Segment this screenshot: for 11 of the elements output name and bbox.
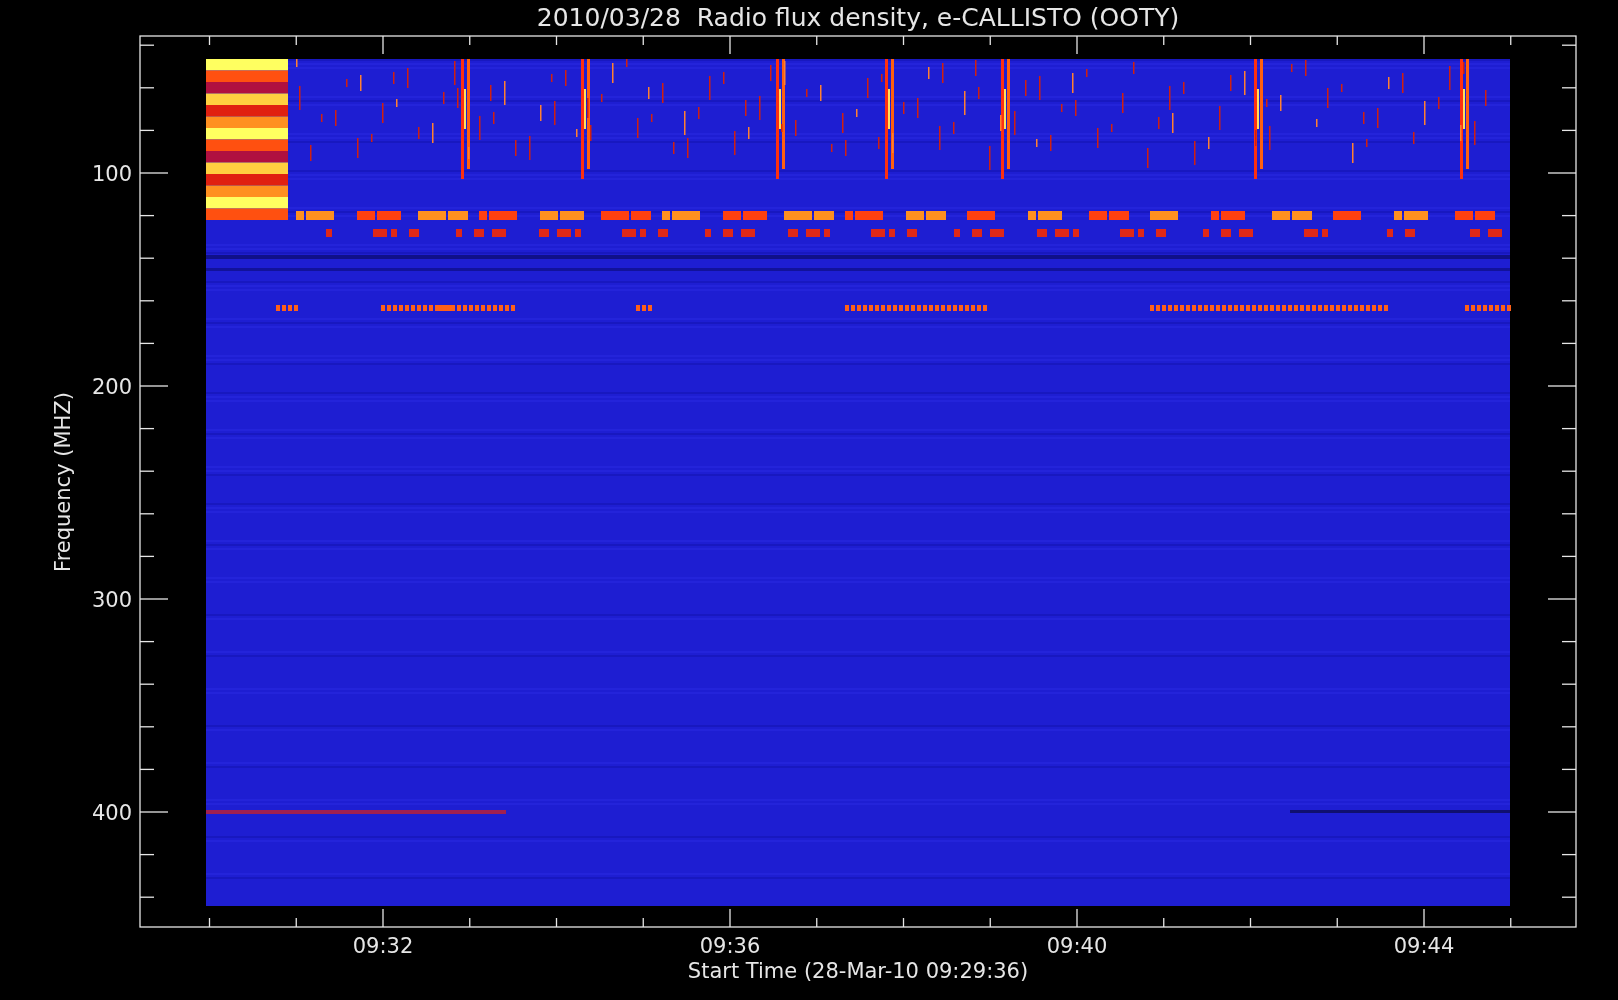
x-tick-label: 09:40 [1046, 934, 1108, 958]
x-tick-label: 09:32 [352, 934, 414, 958]
y-tick-label: 400 [91, 801, 132, 825]
y-tick-label: 100 [91, 162, 132, 186]
x-tick-label: 09:36 [699, 934, 761, 958]
y-axis-label: Frequency (MHZ) [51, 392, 75, 572]
x-tick-label: 09:44 [1393, 934, 1455, 958]
y-tick-label: 200 [91, 375, 132, 399]
y-tick-label: 300 [91, 588, 132, 612]
chart-title: 2010/03/28 Radio flux density, e-CALLISTO (OOTY) [536, 3, 1180, 32]
x-axis-label: Start Time (28-Mar-10 09:29:36) [687, 959, 1029, 983]
